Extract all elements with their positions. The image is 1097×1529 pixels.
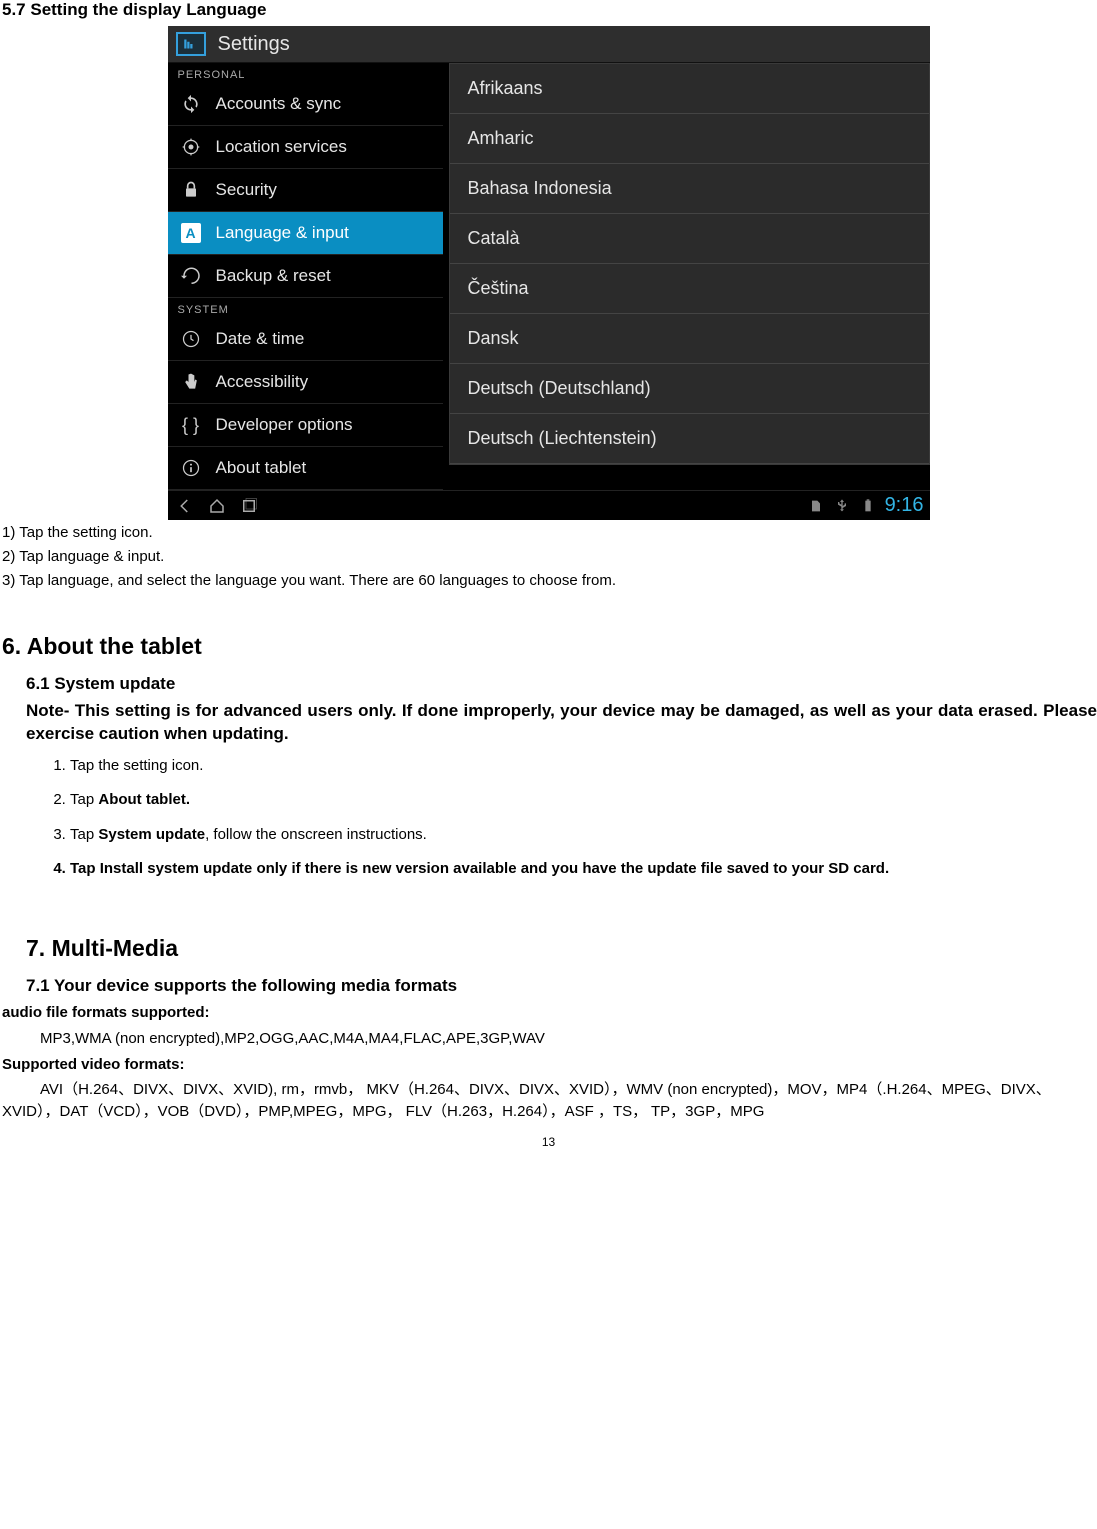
battery-icon <box>859 497 877 515</box>
language-option[interactable]: Dansk <box>450 314 929 364</box>
video-formats-label: Supported video formats: <box>2 1054 1097 1076</box>
recent-nav-icon[interactable] <box>238 495 260 517</box>
video-label-text: Supported video formats: <box>2 1056 185 1073</box>
list-item-text: Tap <box>70 791 98 808</box>
system-section-label: SYSTEM <box>168 298 443 318</box>
hand-icon <box>180 371 202 393</box>
sidebar-item-label: About tablet <box>216 458 307 478</box>
language-option[interactable]: Bahasa Indonesia <box>450 164 929 214</box>
clock-icon <box>180 328 202 350</box>
sd-card-icon <box>807 497 825 515</box>
location-icon <box>180 136 202 158</box>
language-a-icon: A <box>180 222 202 244</box>
braces-icon: { } <box>180 414 202 436</box>
settings-title: Settings <box>218 33 290 56</box>
settings-app-icon[interactable] <box>176 32 206 56</box>
section-6-1-heading: 6.1 System update <box>26 674 1097 694</box>
video-formats-list: AVI（H.264、DIVX、DIVX、XVID), rm，rmvb， MKV（… <box>2 1079 1097 1123</box>
list-item-bold: About tablet. <box>98 791 190 808</box>
backup-icon <box>180 265 202 287</box>
language-option[interactable]: Afrikaans <box>450 64 929 114</box>
list-item-text: , follow the onscreen instructions. <box>205 826 427 843</box>
audio-formats-list: MP3,WMA (non encrypted),MP2,OGG,AAC,M4A,… <box>40 1028 1097 1050</box>
language-option[interactable]: Deutsch (Deutschland) <box>450 364 929 414</box>
list-item: Tap System update, follow the onscreen i… <box>70 825 1097 845</box>
section-7-1-heading: 7.1 Your device supports the following m… <box>26 976 1097 996</box>
personal-section-label: PERSONAL <box>168 63 443 83</box>
lock-icon <box>180 179 202 201</box>
list-item: Tap the setting icon. <box>70 756 1097 776</box>
sidebar-item-security[interactable]: Security <box>168 169 443 212</box>
usb-icon <box>833 497 851 515</box>
section-7-heading: 7. Multi-Media <box>26 935 1097 962</box>
sidebar-item-backup[interactable]: Backup & reset <box>168 255 443 298</box>
instruction-step: 1) Tap the setting icon. <box>2 522 1097 544</box>
sidebar-item-label: Backup & reset <box>216 266 331 286</box>
sidebar-item-label: Date & time <box>216 329 305 349</box>
sidebar-item-developer[interactable]: { } Developer options <box>168 404 443 447</box>
android-screenshot: Settings PERSONAL Accounts & sync Locati… <box>0 26 1097 520</box>
sidebar-item-accessibility[interactable]: Accessibility <box>168 361 443 404</box>
audio-formats-label: audio file formats supported: <box>2 1002 1097 1024</box>
sidebar-item-label: Accounts & sync <box>216 94 342 114</box>
sidebar-item-location[interactable]: Location services <box>168 126 443 169</box>
sidebar-item-language[interactable]: A Language & input <box>168 212 443 255</box>
list-item-bold: System update <box>98 826 205 843</box>
language-option[interactable]: Deutsch (Liechtenstein) <box>450 414 929 464</box>
list-item: Tap Install system update only if there … <box>70 859 1097 879</box>
clock-display: 9:16 <box>885 494 924 517</box>
home-nav-icon[interactable] <box>206 495 228 517</box>
page-number: 13 <box>0 1135 1097 1149</box>
sidebar-item-label: Developer options <box>216 415 353 435</box>
language-option[interactable]: Čeština <box>450 264 929 314</box>
section-6-heading: 6. About the tablet <box>2 633 1097 660</box>
sync-icon <box>180 93 202 115</box>
instruction-step: 3) Tap language, and select the language… <box>2 570 1097 592</box>
sidebar-item-label: Location services <box>216 137 347 157</box>
list-item: Tap About tablet. <box>70 790 1097 810</box>
settings-sidebar: PERSONAL Accounts & sync Location servic… <box>168 63 443 490</box>
android-navbar: 9:16 <box>168 490 930 520</box>
sidebar-item-label: Accessibility <box>216 372 309 392</box>
sidebar-item-accounts[interactable]: Accounts & sync <box>168 83 443 126</box>
sidebar-item-about[interactable]: About tablet <box>168 447 443 490</box>
android-titlebar: Settings <box>168 26 930 63</box>
list-item-text: Tap the setting icon. <box>70 757 203 774</box>
instruction-step: 2) Tap language & input. <box>2 546 1097 568</box>
language-option[interactable]: Català <box>450 214 929 264</box>
section-5-7-title: 5.7 Setting the display Language <box>2 0 1097 20</box>
sidebar-item-label: Security <box>216 180 277 200</box>
sidebar-item-label: Language & input <box>216 223 349 243</box>
section-6-note: Note- This setting is for advanced users… <box>26 700 1097 746</box>
sidebar-item-date[interactable]: Date & time <box>168 318 443 361</box>
language-option[interactable]: Amharic <box>450 114 929 164</box>
section-5-7-instructions: 1) Tap the setting icon. 2) Tap language… <box>2 522 1097 591</box>
list-item-text: Tap Install system update only if there … <box>70 860 889 877</box>
language-list-panel: Afrikaans Amharic Bahasa Indonesia Catal… <box>443 63 930 490</box>
info-icon <box>180 457 202 479</box>
list-item-text: Tap <box>70 826 98 843</box>
back-nav-icon[interactable] <box>174 495 196 517</box>
audio-label-text: audio file formats supported: <box>2 1004 210 1021</box>
section-6-steps: Tap the setting icon. Tap About tablet. … <box>70 756 1097 879</box>
